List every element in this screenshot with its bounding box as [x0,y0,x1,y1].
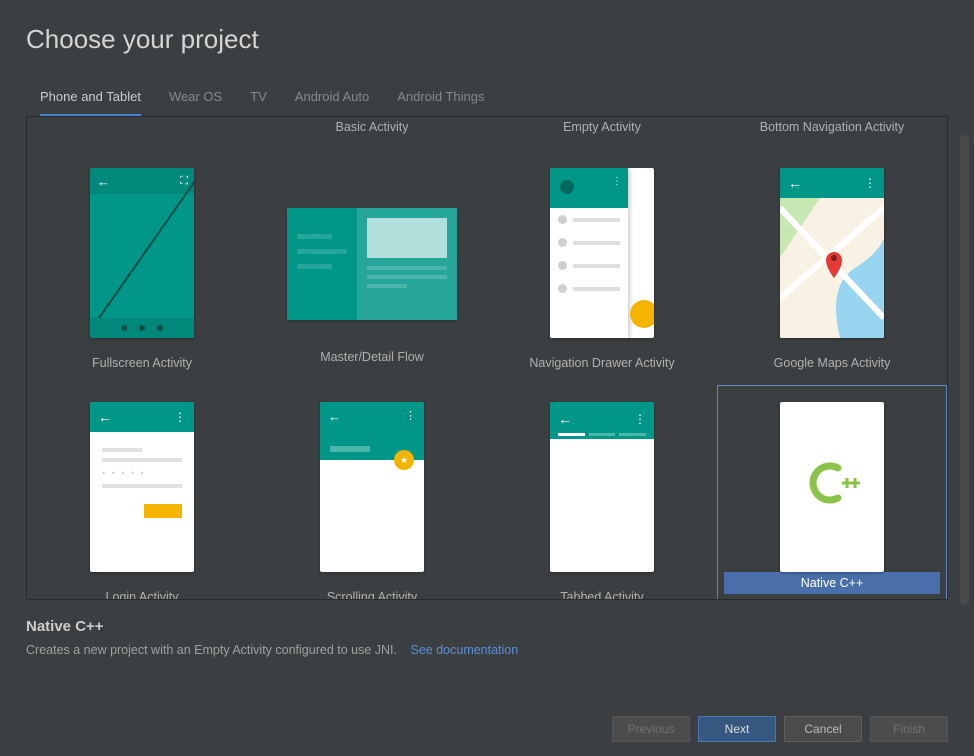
template-caption: Empty Activity [563,118,641,136]
cancel-button[interactable]: Cancel [784,716,862,742]
template-thumb: ← ⋮ • • • • • [90,402,194,572]
template-thumb [287,168,457,320]
overflow-icon: ⋮ [864,176,876,190]
template-cell-native-cpp[interactable]: Native C++ [717,385,947,600]
template-cell-empty-activity[interactable]: Empty Activity [487,117,717,145]
template-thumb: ← ⛶ [90,168,194,338]
star-icon [394,450,414,470]
template-cell-basic-activity[interactable]: Basic Activity [257,117,487,145]
template-caption: Bottom Navigation Activity [760,118,905,136]
fullscreen-icon: ⛶ [180,175,187,188]
description-title: Native C++ [26,618,974,635]
template-cell-google-maps-activity[interactable]: ← ⋮ [717,151,947,379]
tab-wear-os[interactable]: Wear OS [169,89,222,116]
page-title: Choose your project [26,24,974,55]
template-thumb: ← ⋮ [320,402,424,572]
template-thumb: ⋮ [550,168,654,338]
form-factor-tabs: Phone and Tablet Wear OS TV Android Auto… [0,55,974,116]
template-caption: Navigation Drawer Activity [529,338,674,370]
template-caption: Tabbed Activity [560,572,643,600]
wizard-buttons: Previous Next Cancel Finish [612,716,948,742]
description-body: Creates a new project with an Empty Acti… [26,643,397,657]
back-arrow-icon: ← [98,409,112,425]
template-cell-bottom-navigation-activity[interactable]: Bottom Navigation Activity [717,117,947,145]
template-thumb: ← ⋮ [550,402,654,572]
template-grid-container: Basic Activity Empty Activity Bottom Nav… [26,116,948,600]
template-caption: Master/Detail Flow [320,320,424,364]
description-text: Creates a new project with an Empty Acti… [26,635,974,657]
overflow-icon: ⋮ [634,412,646,426]
template-cell-master-detail-flow[interactable]: Master/Detail Flow [257,151,487,379]
template-thumb: ← ⋮ [780,168,884,338]
overflow-icon: ⋮ [405,409,416,422]
template-caption: Native C++ [724,572,940,594]
back-arrow-icon: ← [558,411,572,427]
vertical-scrollbar[interactable] [960,135,969,605]
see-documentation-link[interactable]: See documentation [411,643,519,657]
template-caption: Fullscreen Activity [92,338,192,370]
template-description: Native C++ Creates a new project with an… [0,600,974,657]
tab-tv[interactable]: TV [250,89,267,116]
map-icon [780,198,884,338]
tab-android-things[interactable]: Android Things [397,89,484,116]
template-cell-fullscreen-activity[interactable]: ← ⛶ Fullscreen Activity [27,151,257,379]
template-cell-login-activity[interactable]: ← ⋮ • • • • • Login Activity [27,385,257,600]
template-caption: Google Maps Activity [774,338,891,370]
cpp-logo-icon [803,460,861,515]
finish-button[interactable]: Finish [870,716,948,742]
template-cell-tabbed-activity[interactable]: ← ⋮ Tabbed Activity [487,385,717,600]
back-arrow-icon: ← [788,175,802,191]
template-caption: Basic Activity [336,118,409,136]
previous-button[interactable]: Previous [612,716,690,742]
next-button[interactable]: Next [698,716,776,742]
overflow-icon: ⋮ [174,410,186,424]
template-caption: Login Activity [106,572,179,600]
template-cell-scrolling-activity[interactable]: ← ⋮ Scrolling Activity [257,385,487,600]
template-thumb [780,402,884,572]
back-arrow-icon: ← [328,409,341,424]
back-arrow-icon: ← [97,174,110,189]
template-caption: Scrolling Activity [327,572,417,600]
template-caption [140,118,143,136]
tab-android-auto[interactable]: Android Auto [295,89,369,116]
template-cell-partial-0[interactable] [27,117,257,145]
template-cell-navigation-drawer-activity[interactable]: ⋮ Navigation Drawer Activity [487,151,717,379]
template-grid: Basic Activity Empty Activity Bottom Nav… [27,117,947,600]
wizard-header: Choose your project [0,0,974,55]
tab-phone-and-tablet[interactable]: Phone and Tablet [40,89,141,116]
